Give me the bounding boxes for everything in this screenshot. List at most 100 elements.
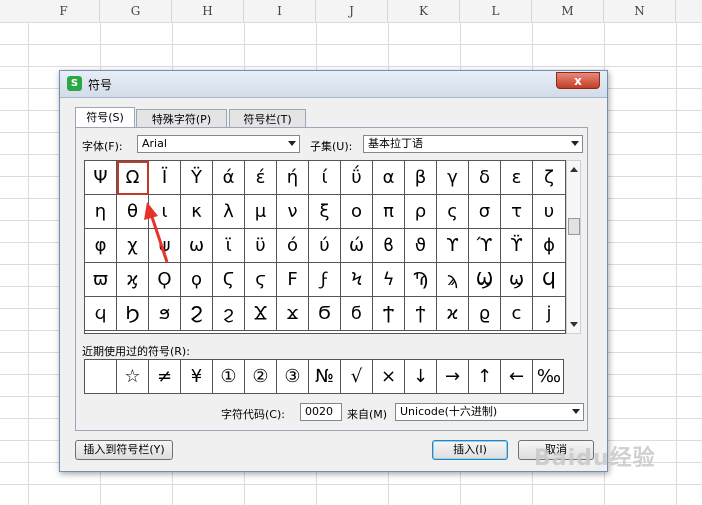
recent-symbol-cell[interactable]: № (309, 360, 341, 393)
symbol-cell[interactable]: ψ (149, 229, 181, 263)
symbol-cell[interactable]: σ (469, 195, 501, 229)
symbol-cell[interactable]: Ψ (85, 161, 117, 195)
symbol-cell[interactable]: ϊ (213, 229, 245, 263)
symbol-cell[interactable]: ϙ (181, 263, 213, 297)
symbol-cell[interactable]: ϕ (533, 229, 565, 263)
subset-select[interactable]: 基本拉丁语 (363, 135, 583, 153)
tab-symbol-bar[interactable]: 符号栏(T) (229, 109, 306, 128)
symbol-cell[interactable]: ό (277, 229, 309, 263)
font-select[interactable]: Arial (137, 135, 300, 153)
symbol-cell[interactable]: τ (501, 195, 533, 229)
symbol-cell[interactable]: ύ (309, 229, 341, 263)
insert-to-symbol-bar-button[interactable]: 插入到符号栏(Y) (75, 440, 173, 460)
symbol-cell[interactable]: Ϯ (373, 297, 405, 331)
symbol-cell[interactable]: ω (181, 229, 213, 263)
symbol-cell[interactable]: ϰ (437, 297, 469, 331)
symbol-cell[interactable]: Ϫ (245, 297, 277, 331)
recent-symbol-cell[interactable]: ② (245, 360, 277, 393)
symbol-cell[interactable]: ϛ (245, 263, 277, 297)
symbol-cell[interactable]: Ω (117, 161, 149, 195)
symbol-cell[interactable]: Ϛ (213, 263, 245, 297)
symbol-cell[interactable]: ώ (341, 229, 373, 263)
column-header[interactable]: I (244, 0, 316, 22)
insert-button[interactable]: 插入(I) (432, 440, 508, 460)
symbol-cell[interactable]: δ (469, 161, 501, 195)
column-header[interactable]: M (532, 0, 604, 22)
symbol-cell[interactable]: μ (245, 195, 277, 229)
recent-symbol-cell[interactable]: ↓ (405, 360, 437, 393)
symbol-cell[interactable]: ϥ (85, 297, 117, 331)
symbol-cell[interactable]: λ (213, 195, 245, 229)
symbol-cell[interactable]: ϧ (149, 297, 181, 331)
symbol-cell[interactable]: υ (533, 195, 565, 229)
symbol-cell[interactable]: α (373, 161, 405, 195)
column-header[interactable]: G (100, 0, 172, 22)
symbol-cell[interactable]: ϟ (373, 263, 405, 297)
symbol-cell[interactable]: Ϡ (405, 263, 437, 297)
recent-symbol-cell[interactable]: ↑ (469, 360, 501, 393)
symbol-cell[interactable]: Ϥ (533, 263, 565, 297)
symbol-cell[interactable]: ά (213, 161, 245, 195)
scroll-up-icon[interactable] (570, 167, 578, 172)
symbol-cell[interactable]: κ (181, 195, 213, 229)
column-header[interactable]: F (28, 0, 100, 22)
symbol-cell[interactable]: θ (117, 195, 149, 229)
symbol-cell[interactable]: ϔ (501, 229, 533, 263)
symbol-cell[interactable]: ϭ (341, 297, 373, 331)
symbol-cell[interactable]: ϫ (277, 297, 309, 331)
symbol-cell[interactable]: Ÿ (181, 161, 213, 195)
column-header[interactable]: N (604, 0, 676, 22)
symbol-cell[interactable]: φ (85, 229, 117, 263)
symbol-cell[interactable]: ϲ (501, 297, 533, 331)
symbol-cell[interactable]: β (405, 161, 437, 195)
symbol-cell[interactable]: ϓ (469, 229, 501, 263)
recent-symbol-cell[interactable]: ≠ (149, 360, 181, 393)
from-select[interactable]: Unicode(十六进制) (395, 403, 584, 421)
symbol-cell[interactable]: ή (277, 161, 309, 195)
recent-symbol-cell[interactable]: ③ (277, 360, 309, 393)
symbol-cell[interactable]: ϐ (373, 229, 405, 263)
symbol-cell[interactable]: ζ (533, 161, 565, 195)
symbol-cell[interactable]: ϗ (117, 263, 149, 297)
symbol-cell[interactable]: ι (149, 195, 181, 229)
symbol-cell[interactable]: ς (437, 195, 469, 229)
symbol-cell[interactable]: Ϟ (341, 263, 373, 297)
column-header[interactable]: J (316, 0, 388, 22)
symbol-cell[interactable]: ϒ (437, 229, 469, 263)
symbol-cell[interactable]: έ (245, 161, 277, 195)
close-button[interactable]: x (556, 72, 600, 89)
recent-symbol-cell[interactable]: ① (213, 360, 245, 393)
symbol-cell[interactable]: ρ (405, 195, 437, 229)
symbol-cell[interactable]: ο (341, 195, 373, 229)
symbol-cell[interactable]: ϯ (405, 297, 437, 331)
symbol-cell[interactable]: ν (277, 195, 309, 229)
tab-symbols[interactable]: 符号(S) (75, 107, 135, 128)
dialog-titlebar[interactable]: S 符号 x (60, 71, 607, 98)
symbol-cell[interactable]: ΰ (341, 161, 373, 195)
recent-symbol-cell[interactable]: → (437, 360, 469, 393)
symbol-grid-scrollbar[interactable] (566, 160, 581, 334)
recent-symbol-cell[interactable]: ¥ (181, 360, 213, 393)
symbol-cell[interactable]: Ï (149, 161, 181, 195)
symbol-cell[interactable]: ξ (309, 195, 341, 229)
recent-symbol-cell[interactable]: × (373, 360, 405, 393)
symbol-cell[interactable]: Ϝ (277, 263, 309, 297)
column-header[interactable]: L (460, 0, 532, 22)
symbol-cell[interactable]: ϡ (437, 263, 469, 297)
symbol-cell[interactable]: ε (501, 161, 533, 195)
symbol-cell[interactable]: ί (309, 161, 341, 195)
symbol-cell[interactable]: Ϣ (469, 263, 501, 297)
symbol-cell[interactable]: Ϩ (181, 297, 213, 331)
recent-symbol-cell[interactable]: √ (341, 360, 373, 393)
symbol-cell[interactable]: ϳ (533, 297, 565, 331)
column-header[interactable]: H (172, 0, 244, 22)
symbol-cell[interactable]: ϝ (309, 263, 341, 297)
recent-symbol-cell[interactable]: ← (501, 360, 533, 393)
symbol-cell[interactable]: π (373, 195, 405, 229)
column-header[interactable]: K (388, 0, 460, 22)
symbol-cell[interactable]: ϖ (85, 263, 117, 297)
symbol-cell[interactable]: ϩ (213, 297, 245, 331)
recent-symbol-cell[interactable]: ‰ (533, 360, 565, 393)
recent-symbol-cell[interactable]: ☆ (117, 360, 149, 393)
symbol-cell[interactable]: η (85, 195, 117, 229)
